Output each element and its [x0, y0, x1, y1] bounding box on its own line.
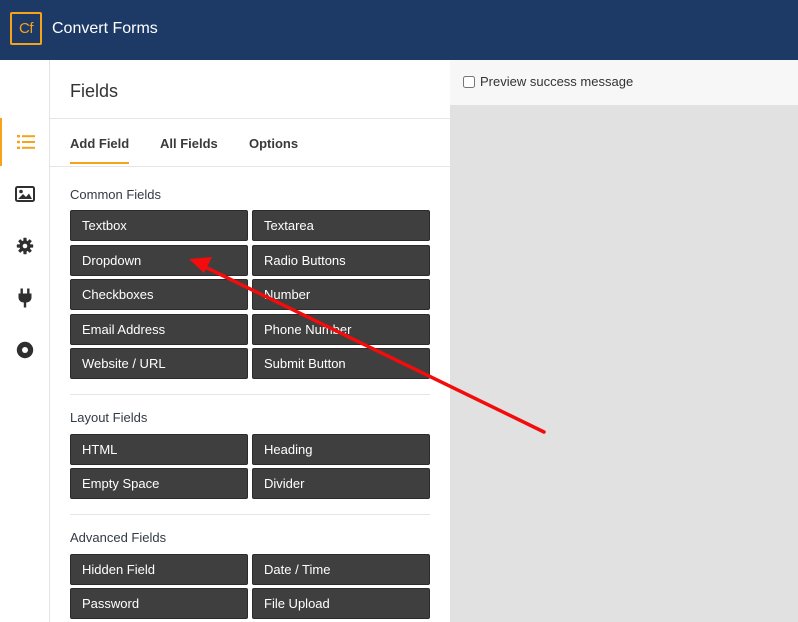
list-icon [17, 135, 35, 149]
field-button-file-upload[interactable]: File Upload [252, 588, 430, 619]
field-button-hidden-field[interactable]: Hidden Field [70, 554, 248, 585]
field-button-heading[interactable]: Heading [252, 434, 430, 465]
field-button-html[interactable]: HTML [70, 434, 248, 465]
plug-icon [18, 288, 32, 308]
field-button-website-url[interactable]: Website / URL [70, 348, 248, 379]
field-button-checkboxes[interactable]: Checkboxes [70, 279, 248, 310]
section-divider [70, 514, 430, 515]
field-button-textbox[interactable]: Textbox [70, 210, 248, 241]
field-button-phone-number[interactable]: Phone Number [252, 314, 430, 345]
preview-success-checkbox[interactable] [463, 76, 475, 88]
field-button-email-address[interactable]: Email Address [70, 314, 248, 345]
gear-icon [16, 237, 34, 255]
tabs-divider [50, 166, 450, 167]
field-button-password[interactable]: Password [70, 588, 248, 619]
tab-options[interactable]: Options [249, 135, 298, 162]
preview-success-label[interactable]: Preview success message [480, 74, 633, 90]
panel-header-divider [50, 118, 450, 119]
icon-sidebar [0, 60, 50, 622]
field-button-textarea[interactable]: Textarea [252, 210, 430, 241]
app-title: Convert Forms [52, 20, 158, 37]
tab-add-field[interactable]: Add Field [70, 135, 130, 164]
field-button-number[interactable]: Number [252, 279, 430, 310]
fields-panel: Fields Add Field All Fields Options Comm… [50, 60, 450, 622]
field-button-submit-button[interactable]: Submit Button [252, 348, 430, 379]
section-title-layout: Layout Fields [70, 410, 148, 425]
app-logo: Cf [10, 12, 42, 45]
sidebar-design-tab[interactable] [0, 170, 50, 218]
section-title-advanced: Advanced Fields [70, 530, 167, 545]
sidebar-fields-tab[interactable] [0, 118, 50, 166]
field-button-empty-space[interactable]: Empty Space [70, 468, 248, 499]
field-button-dropdown[interactable]: Dropdown [70, 245, 248, 276]
form-preview-area: Preview success message [450, 60, 798, 622]
preview-toolbar: Preview success message [450, 60, 798, 105]
field-button-date-time[interactable]: Date / Time [252, 554, 430, 585]
field-button-radio-buttons[interactable]: Radio Buttons [252, 245, 430, 276]
top-bar: Cf Convert Forms [0, 0, 798, 60]
sidebar-behavior-tab[interactable] [0, 326, 50, 374]
sidebar-integrations-tab[interactable] [0, 274, 50, 322]
image-icon [15, 186, 35, 202]
field-button-divider[interactable]: Divider [252, 468, 430, 499]
section-divider [70, 394, 430, 395]
tab-all-fields[interactable]: All Fields [160, 135, 218, 162]
section-title-common: Common Fields [70, 187, 162, 202]
panel-title: Fields [70, 81, 119, 101]
record-icon [16, 341, 34, 359]
sidebar-settings-tab[interactable] [0, 222, 50, 270]
